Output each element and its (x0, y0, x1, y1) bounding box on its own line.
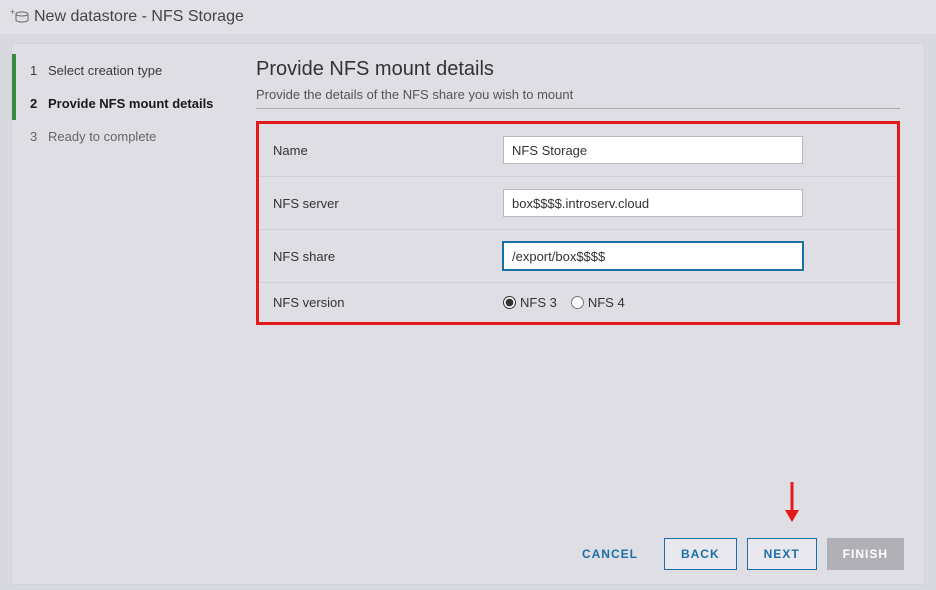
step-label: Ready to complete (48, 129, 156, 144)
page-title: Provide NFS mount details (256, 58, 900, 81)
name-label: Name (273, 143, 503, 158)
wizard-modal: 1 Select creation type 2 Provide NFS mou… (12, 44, 924, 584)
wizard-footer: Cancel Back Next Finish (12, 524, 924, 584)
step-ready-to-complete[interactable]: 3 Ready to complete (12, 120, 240, 153)
nfs3-radio-label[interactable]: NFS 3 (503, 295, 557, 310)
wizard-steps-sidebar: 1 Select creation type 2 Provide NFS mou… (12, 44, 240, 524)
step-number: 3 (30, 129, 48, 144)
nfs-version-radio-group: NFS 3 NFS 4 (503, 295, 883, 310)
nfs-server-input[interactable] (503, 189, 803, 217)
form-row-nfs-version: NFS version NFS 3 NFS 4 (259, 283, 897, 322)
page-description: Provide the details of the NFS share you… (256, 87, 900, 102)
form-highlight-box: Name NFS server NFS share (256, 121, 900, 325)
nfs4-radio-label[interactable]: NFS 4 (571, 295, 625, 310)
step-provide-nfs-mount-details[interactable]: 2 Provide NFS mount details (12, 87, 240, 120)
nfs3-radio[interactable] (503, 296, 516, 309)
step-number: 1 (30, 63, 48, 78)
divider (256, 108, 900, 109)
back-button[interactable]: Back (664, 538, 737, 570)
step-label: Provide NFS mount details (48, 96, 213, 111)
form-row-nfs-server: NFS server (259, 177, 897, 230)
form-row-name: Name (259, 124, 897, 177)
window-titlebar: + New datastore - NFS Storage (0, 0, 936, 34)
nfs-version-label: NFS version (273, 295, 503, 310)
name-input[interactable] (503, 136, 803, 164)
nfs-share-label: NFS share (273, 249, 503, 264)
wizard-main-panel: Provide NFS mount details Provide the de… (240, 44, 924, 524)
nfs4-radio[interactable] (571, 296, 584, 309)
finish-button: Finish (827, 538, 904, 570)
step-label: Select creation type (48, 63, 162, 78)
nfs-server-label: NFS server (273, 196, 503, 211)
form-row-nfs-share: NFS share (259, 230, 897, 283)
datastore-icon: + (10, 9, 28, 25)
step-number: 2 (30, 96, 48, 111)
nfs-share-input[interactable] (503, 242, 803, 270)
step-select-creation-type[interactable]: 1 Select creation type (12, 54, 240, 87)
cancel-button[interactable]: Cancel (566, 538, 654, 570)
next-button[interactable]: Next (747, 538, 817, 570)
window-title: New datastore - NFS Storage (34, 8, 244, 26)
nfs4-text: NFS 4 (588, 295, 625, 310)
nfs3-text: NFS 3 (520, 295, 557, 310)
svg-text:+: + (10, 9, 15, 17)
